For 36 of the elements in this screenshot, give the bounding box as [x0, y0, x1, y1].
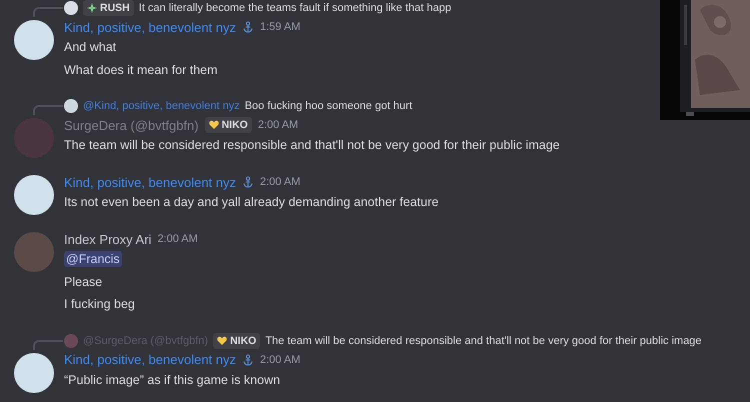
- mention-link[interactable]: @Francis: [64, 251, 122, 267]
- message-text: “Public image” as if this game is known: [64, 372, 280, 386]
- tag-label: NIKO: [230, 334, 256, 346]
- tag-label: NIKO: [222, 119, 248, 131]
- username[interactable]: Kind, positive, benevolent nyz: [64, 174, 236, 190]
- heart-icon: [208, 120, 219, 130]
- tag-label: RUSH: [100, 2, 130, 14]
- message-text: What does it mean for them: [64, 62, 218, 76]
- avatar[interactable]: [14, 175, 54, 215]
- avatar[interactable]: [64, 1, 78, 15]
- avatar[interactable]: [14, 352, 54, 392]
- reply-text[interactable]: Boo fucking hoo someone got hurt: [244, 100, 412, 112]
- username[interactable]: Kind, positive, benevolent nyz: [64, 20, 236, 34]
- reply-connector: [33, 7, 63, 17]
- timestamp: 1:59 AM: [260, 21, 300, 33]
- reply-connector: [33, 340, 63, 350]
- reply-text[interactable]: It can literally become the teams fault if something like that happ: [138, 2, 452, 14]
- timestamp: 2:00 AM: [157, 233, 198, 245]
- heart-icon: [217, 336, 228, 346]
- username[interactable]: Kind, positive, benevolent nyz: [64, 352, 236, 367]
- reply-author[interactable]: @Kind, positive, benevolent nyz: [83, 100, 240, 112]
- username[interactable]: Index Proxy Ari: [64, 232, 152, 246]
- message-text: Its not even been a day and yall already demanding another feature: [64, 195, 439, 209]
- timestamp: 2:00 AM: [260, 354, 300, 366]
- reply-connector: [33, 105, 63, 115]
- avatar[interactable]: [64, 99, 78, 113]
- message-text: And what: [64, 40, 116, 54]
- sparkle-icon: [87, 3, 97, 13]
- message-text: I fucking beg: [64, 297, 135, 311]
- timestamp: 2:00 AM: [258, 119, 298, 131]
- timestamp: 2:00 AM: [260, 176, 300, 188]
- avatar[interactable]: [14, 20, 54, 60]
- message-text: Please: [64, 274, 102, 288]
- username[interactable]: SurgeDera (@bvtfgbfn): [64, 118, 199, 132]
- message-text: The team will be considered responsible and that'll not be very good for their public image: [64, 138, 560, 152]
- reply-text[interactable]: The team will be considered responsible and that'll not be very good for their public image: [265, 334, 702, 346]
